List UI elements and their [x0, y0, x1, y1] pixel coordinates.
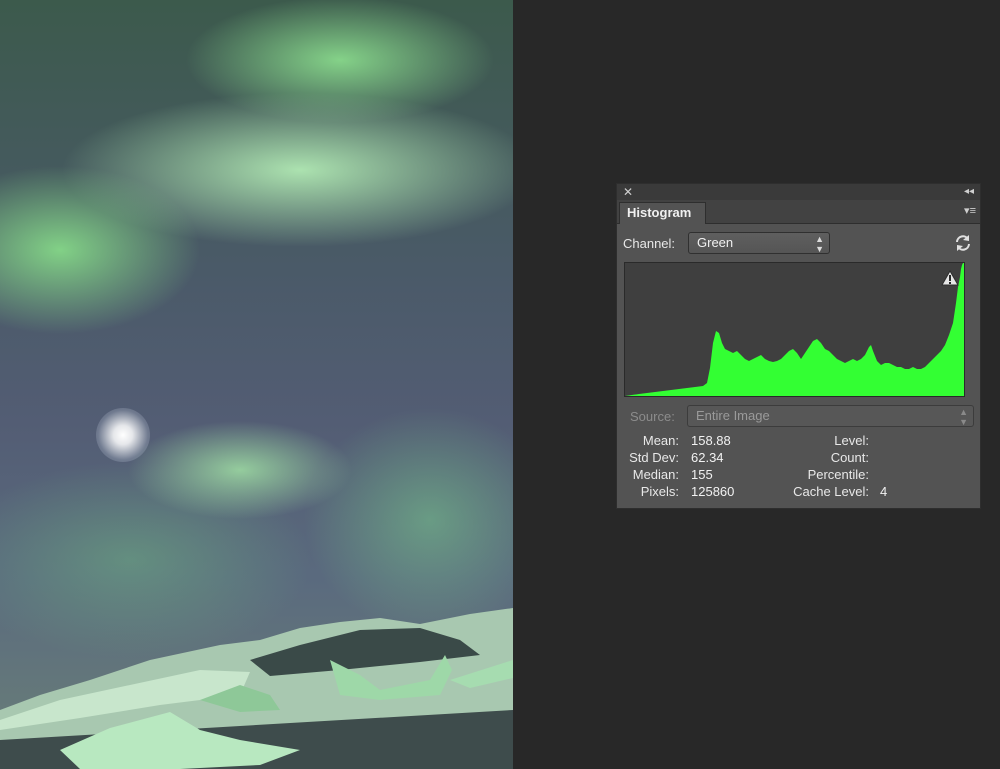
tab-histogram[interactable]: Histogram	[619, 202, 706, 224]
warning-icon[interactable]	[941, 270, 959, 286]
histogram-stats: Mean: 158.88 Std Dev: 62.34 Median: 155 …	[617, 433, 982, 503]
histogram-graph	[624, 262, 965, 397]
close-icon[interactable]: ✕	[623, 185, 633, 199]
channel-value: Green	[697, 235, 734, 250]
cache-level-label: Cache Level:	[793, 484, 869, 499]
aurora-photo	[0, 0, 513, 769]
count-label: Count:	[830, 450, 869, 465]
pixels-label: Pixels:	[640, 484, 679, 499]
mean-label: Mean:	[642, 433, 679, 448]
stddev-label: Std Dev:	[629, 450, 679, 465]
channel-row: Channel: Green ▲ ▼	[623, 232, 974, 256]
median-label: Median:	[632, 467, 679, 482]
level-label: Level:	[834, 433, 869, 448]
histogram-panel: ✕ ◂◂ Histogram ▾≡ Channel: Green ▲ ▼ Sour…	[616, 183, 981, 509]
moon-glow	[96, 408, 150, 462]
pixels-value: 125860	[691, 484, 735, 499]
stddev-value: 62.34	[691, 450, 724, 465]
channel-select[interactable]: Green ▲ ▼	[688, 232, 830, 254]
percentile-label: Percentile:	[807, 467, 869, 482]
histogram-svg	[625, 263, 964, 396]
panel-menu-icon[interactable]: ▾≡	[964, 202, 976, 220]
panel-tabbar: Histogram ▾≡	[617, 200, 980, 224]
updown-arrows-icon: ▲ ▼	[815, 234, 824, 254]
panel-titlebar: ✕ ◂◂	[617, 184, 980, 200]
channel-label: Channel:	[623, 236, 676, 251]
collapse-icon[interactable]: ◂◂	[964, 184, 974, 200]
glacier-landscape	[0, 608, 513, 769]
cache-level-value: 4	[880, 484, 888, 499]
mean-value: 158.88	[691, 433, 731, 448]
median-value: 155	[691, 467, 713, 482]
source-value: Entire Image	[696, 408, 770, 423]
source-select: Entire Image ▲ ▼	[687, 405, 974, 427]
histogram-fill	[625, 263, 964, 396]
source-label: Source:	[630, 409, 675, 424]
refresh-icon[interactable]	[952, 232, 974, 254]
updown-arrows-icon: ▲ ▼	[959, 407, 968, 427]
source-row: Source: Entire Image ▲ ▼	[623, 405, 974, 429]
